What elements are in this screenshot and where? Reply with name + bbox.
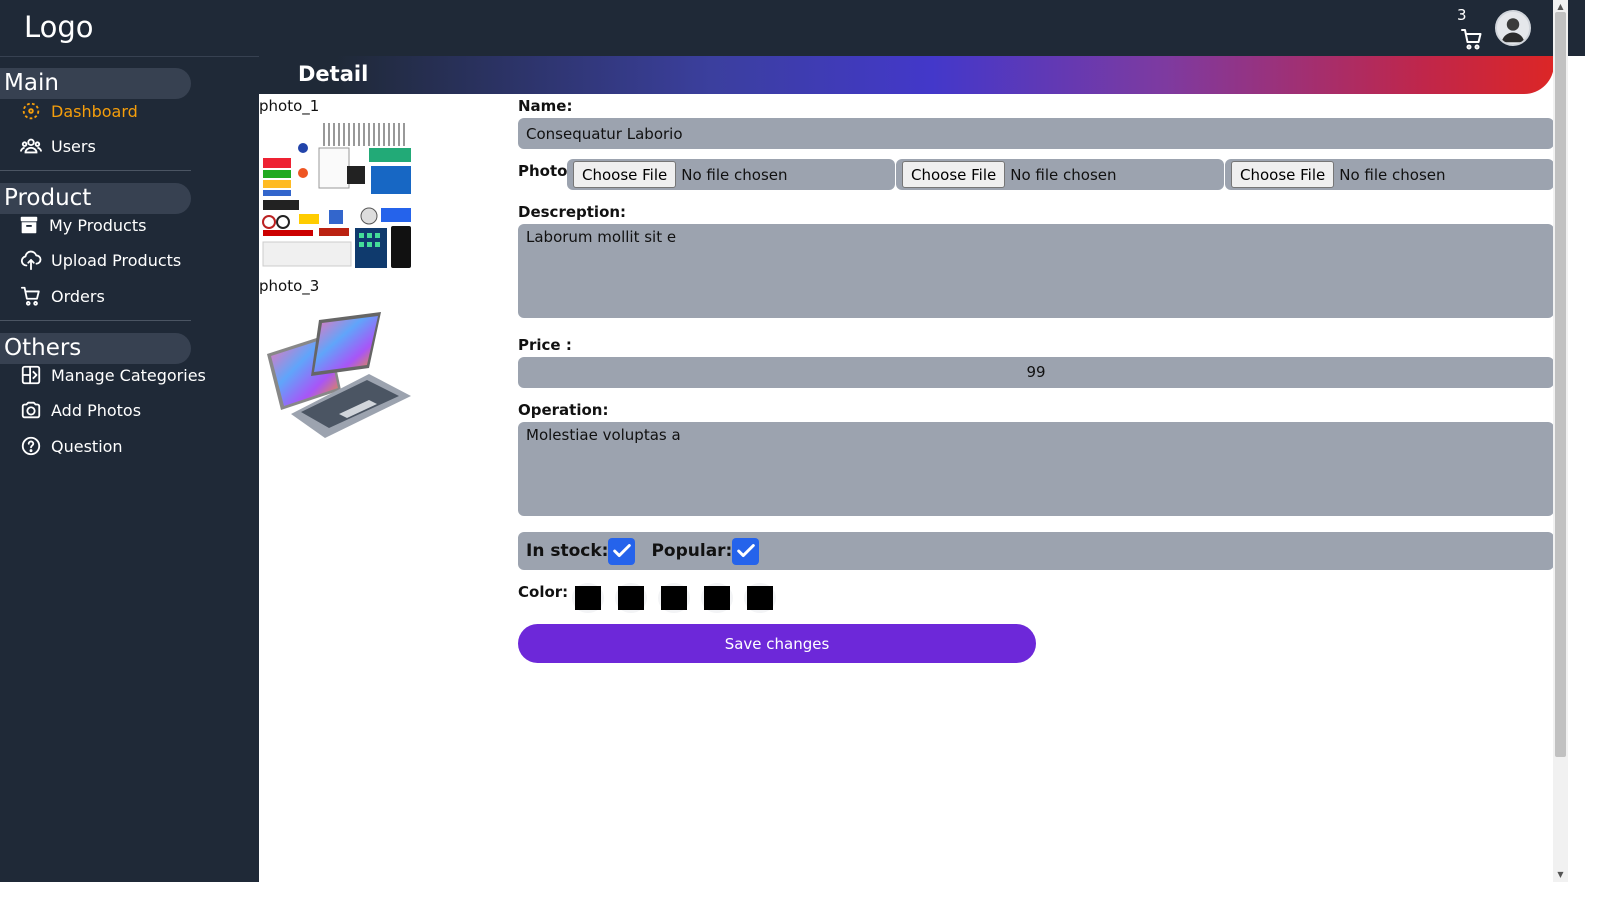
color-label: Color: xyxy=(518,583,569,601)
photo-file-input-2[interactable]: Choose File No file chosen xyxy=(896,159,1224,190)
operation-textarea[interactable]: Molestiae voluptas a xyxy=(518,422,1554,516)
description-textarea[interactable]: Laborum mollit sit e xyxy=(518,224,1554,318)
camera-icon xyxy=(21,401,41,419)
categories-icon xyxy=(21,365,41,385)
file-status: No file chosen xyxy=(681,165,788,184)
color-swatch[interactable] xyxy=(572,583,604,613)
color-swatch[interactable] xyxy=(701,583,733,613)
price-label: Price : xyxy=(518,336,572,354)
question-icon xyxy=(21,436,41,456)
dashboard-icon xyxy=(22,102,40,120)
scrollbar-thumb[interactable] xyxy=(1555,12,1566,757)
color-swatch[interactable] xyxy=(658,583,690,613)
save-changes-button[interactable]: Save changes xyxy=(518,624,1036,663)
sidebar-item-label: Dashboard xyxy=(51,101,138,121)
cart-icon xyxy=(20,286,40,306)
sidebar-item-label: Users xyxy=(51,136,96,156)
cart-count-badge: 3 xyxy=(1457,6,1467,24)
sidebar-item-label: Question xyxy=(51,436,123,456)
photo-file-input-1[interactable]: Choose File No file chosen xyxy=(567,159,895,190)
top-bar: Logo 3 xyxy=(0,0,1585,56)
popular-label: Popular: xyxy=(651,541,733,561)
photo-label: Photo: xyxy=(518,162,574,180)
sidebar-item-orders[interactable]: Orders xyxy=(20,282,105,310)
users-icon xyxy=(20,138,42,154)
sidebar-section-main: Main xyxy=(0,68,191,99)
photo-label: photo_1 xyxy=(259,97,320,115)
photo-file-input-3[interactable]: Choose File No file chosen xyxy=(1225,159,1554,190)
file-status: No file chosen xyxy=(1339,165,1446,184)
upload-icon xyxy=(20,250,42,271)
sidebar-item-label: Add Photos xyxy=(51,400,142,420)
flags-row: In stock: Popular: xyxy=(518,532,1554,570)
sidebar-section-others: Others xyxy=(0,333,191,364)
choose-file-button[interactable]: Choose File xyxy=(573,161,677,188)
in-stock-checkbox[interactable] xyxy=(608,537,636,565)
scroll-up-icon[interactable]: ▲ xyxy=(1556,2,1565,11)
avatar[interactable] xyxy=(1495,10,1531,46)
in-stock-label: In stock: xyxy=(526,541,609,561)
scroll-down-icon[interactable]: ▼ xyxy=(1556,870,1565,879)
name-input[interactable]: Consequatur Laborio xyxy=(518,118,1554,149)
color-swatch[interactable] xyxy=(615,583,647,613)
sidebar-item-label: Orders xyxy=(51,286,105,306)
name-label: Name: xyxy=(518,97,573,115)
bottom-strip xyxy=(0,882,1600,900)
sidebar-item-label: Manage Categories xyxy=(51,365,206,385)
sidebar-item-question[interactable]: Question xyxy=(20,432,123,460)
photo-label: photo_3 xyxy=(259,277,320,295)
price-input[interactable]: 99 xyxy=(518,357,1554,388)
archive-icon xyxy=(20,216,38,234)
description-label: Descreption: xyxy=(518,203,627,221)
check-icon xyxy=(613,544,631,558)
popular-checkbox[interactable] xyxy=(732,537,760,565)
product-photo-laptop[interactable] xyxy=(259,304,419,456)
check-icon xyxy=(737,544,755,558)
sidebar-item-label: My Products xyxy=(49,215,147,235)
sidebar-item-add-photos[interactable]: Add Photos xyxy=(20,396,141,424)
operation-label: Operation: xyxy=(518,401,609,419)
logo[interactable]: Logo xyxy=(24,10,94,44)
choose-file-button[interactable]: Choose File xyxy=(902,161,1006,188)
color-swatch[interactable] xyxy=(744,583,776,613)
sidebar-section-product: Product xyxy=(0,183,191,214)
sidebar-item-label: Upload Products xyxy=(51,250,182,270)
choose-file-button[interactable]: Choose File xyxy=(1231,161,1335,188)
sidebar-divider xyxy=(0,170,191,171)
sidebar-item-users[interactable]: Users xyxy=(20,132,96,160)
sidebar-item-upload-products[interactable]: Upload Products xyxy=(20,246,181,274)
product-photo-kit[interactable] xyxy=(259,118,419,270)
cart-icon[interactable] xyxy=(1460,27,1484,51)
sidebar-item-dashboard[interactable]: Dashboard xyxy=(20,97,138,125)
detail-header: Detail xyxy=(259,56,1554,94)
sidebar-divider xyxy=(0,320,191,321)
sidebar-item-manage-categories[interactable]: Manage Categories xyxy=(20,361,206,389)
page-title: Detail xyxy=(298,62,369,86)
file-status: No file chosen xyxy=(1010,165,1117,184)
sidebar-item-my-products[interactable]: My Products xyxy=(18,211,146,239)
